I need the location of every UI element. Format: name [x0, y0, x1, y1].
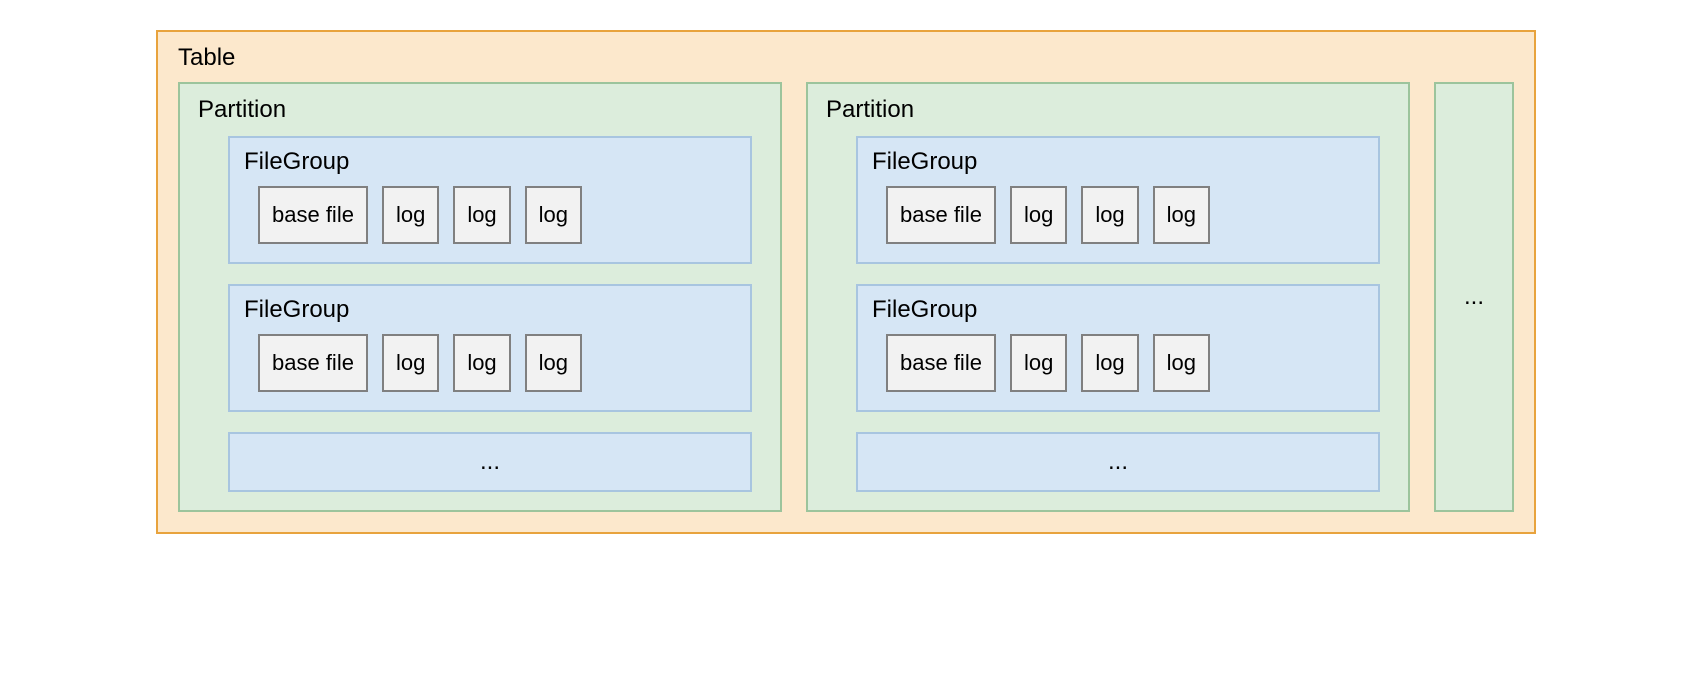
log-file: log — [1153, 334, 1210, 392]
log-file: log — [1010, 186, 1067, 244]
partition: Partition FileGroup base file log log lo… — [806, 82, 1410, 512]
filegroup-label: FileGroup — [872, 296, 1364, 324]
log-file: log — [453, 334, 510, 392]
files-row: base file log log log — [244, 334, 736, 392]
partitions-row: Partition FileGroup base file log log lo… — [178, 82, 1514, 512]
base-file: base file — [258, 334, 368, 392]
filegroup-label: FileGroup — [244, 296, 736, 324]
files-row: base file log log log — [872, 334, 1364, 392]
partition-ellipsis: ... — [1434, 82, 1514, 512]
table-container: Table Partition FileGroup base file log … — [156, 30, 1536, 534]
partition-label: Partition — [198, 96, 762, 124]
filegroups-column: FileGroup base file log log log FileGrou… — [198, 136, 762, 492]
filegroup-ellipsis: ... — [228, 432, 752, 492]
base-file: base file — [886, 186, 996, 244]
log-file: log — [1010, 334, 1067, 392]
log-file: log — [382, 186, 439, 244]
log-file: log — [1081, 186, 1138, 244]
base-file: base file — [886, 334, 996, 392]
log-file: log — [453, 186, 510, 244]
filegroup: FileGroup base file log log log — [856, 284, 1380, 412]
files-row: base file log log log — [244, 186, 736, 244]
filegroup: FileGroup base file log log log — [228, 136, 752, 264]
files-row: base file log log log — [872, 186, 1364, 244]
log-file: log — [1153, 186, 1210, 244]
log-file: log — [1081, 334, 1138, 392]
partition-label: Partition — [826, 96, 1390, 124]
partition: Partition FileGroup base file log log lo… — [178, 82, 782, 512]
filegroup-label: FileGroup — [872, 148, 1364, 176]
log-file: log — [382, 334, 439, 392]
table-label: Table — [178, 44, 1514, 72]
base-file: base file — [258, 186, 368, 244]
filegroup-label: FileGroup — [244, 148, 736, 176]
filegroup: FileGroup base file log log log — [856, 136, 1380, 264]
filegroups-column: FileGroup base file log log log FileGrou… — [826, 136, 1390, 492]
log-file: log — [525, 334, 582, 392]
log-file: log — [525, 186, 582, 244]
filegroup: FileGroup base file log log log — [228, 284, 752, 412]
filegroup-ellipsis: ... — [856, 432, 1380, 492]
